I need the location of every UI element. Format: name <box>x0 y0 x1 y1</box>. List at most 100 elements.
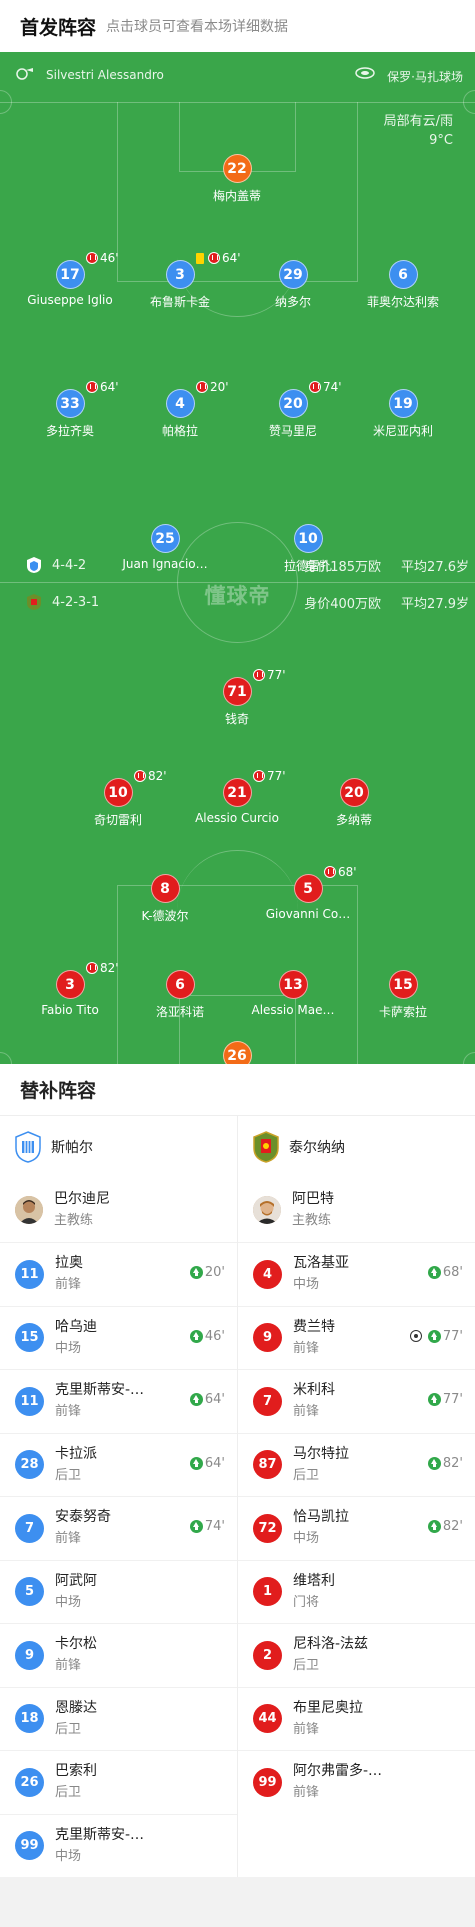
sub-player-name: 卡拉派 <box>55 1445 97 1462</box>
home-team-name: 斯帕尔 <box>51 1140 93 1156</box>
player-number: 6 <box>165 970 195 999</box>
sub-player-number: 87 <box>253 1450 282 1480</box>
sub-player-number: 44 <box>253 1704 282 1734</box>
temperature-text: 9°C <box>429 133 453 148</box>
sub-player-row[interactable]: 99 克里斯蒂安-… 中场 <box>0 1813 237 1878</box>
sub-player-row[interactable]: 7 安泰努奇 前锋 74' <box>0 1496 237 1560</box>
sub-player-row[interactable]: 9 卡尔松 前锋 <box>0 1623 237 1687</box>
sub-player-name: 拉奥 <box>55 1255 83 1272</box>
sub-player-row[interactable]: 7 米利科 前锋 77' <box>238 1369 475 1433</box>
sub-in-marker: 82' <box>427 1519 463 1534</box>
away-subs-list: 4 瓦洛基亚 中场 68' 9 费兰特 前锋 77' 7 米利科 前锋 77' 87 马尔特拉 后卫 82' 7… <box>238 1242 475 1814</box>
sub-in-minute: 77' <box>442 1392 463 1407</box>
away-coach-row[interactable]: 阿巴特 主教练 <box>238 1178 475 1242</box>
sub-player-row[interactable]: 5 阿武阿 中场 <box>0 1559 237 1624</box>
sub-player-row[interactable]: 4 瓦洛基亚 中场 68' <box>238 1242 475 1306</box>
sub-player-row[interactable]: 1 维塔利 门将 <box>238 1559 475 1624</box>
player-number: 19 <box>388 389 418 418</box>
sub-in-minute: 46' <box>204 1328 225 1344</box>
player-name: 拉德雷扎 <box>283 559 332 573</box>
player-number: 10 <box>103 778 133 807</box>
away-team-logo-icon <box>27 594 41 610</box>
away-player[interactable]: 71 77' 钱奇 <box>177 668 297 727</box>
away-player[interactable]: 6 洛亚科诺 <box>120 970 240 1020</box>
sub-player-position: 前锋 <box>293 1785 320 1801</box>
sub-player-row[interactable]: 9 费兰特 前锋 77' <box>238 1305 475 1370</box>
player-name: 钱奇 <box>224 712 249 726</box>
home-player[interactable]: 29 纳多尔 <box>233 260 353 310</box>
home-player[interactable]: 17 46' Giuseppe Iglio <box>10 251 130 307</box>
home-coach-row[interactable]: 巴尔迪尼 主教练 <box>0 1178 237 1242</box>
sub-player-number: 5 <box>15 1577 44 1607</box>
sub-player-row[interactable]: 11 拉奥 前锋 20' <box>0 1242 237 1306</box>
player-name: K-德波尔 <box>141 909 189 923</box>
away-team-row[interactable]: 泰尔纳纳 <box>238 1116 475 1178</box>
sub-minute: 68' <box>338 865 357 879</box>
away-player[interactable]: 15 卡萨索拉 <box>343 970 463 1020</box>
sub-in-marker: 20' <box>189 1265 225 1280</box>
home-player[interactable]: 22 梅内盖蒂 <box>177 154 297 204</box>
away-player[interactable]: 8 K-德波尔 <box>105 874 225 924</box>
home-player[interactable]: 3 64' 布鲁斯卡金 <box>120 251 241 310</box>
sub-player-row[interactable]: 44 布里尼奥拉 前锋 <box>238 1686 475 1751</box>
sub-player-row[interactable]: 26 巴索利 后卫 <box>0 1750 237 1814</box>
home-player[interactable]: 10 拉德雷扎 <box>248 524 368 574</box>
sub-off-marker: 20' <box>196 380 229 394</box>
sub-player-number: 7 <box>15 1513 44 1543</box>
home-player[interactable]: 20 74' 赞马里尼 <box>233 380 353 439</box>
sub-minute: 64' <box>100 380 119 394</box>
sub-player-row[interactable]: 87 马尔特拉 后卫 82' <box>238 1432 475 1497</box>
away-player[interactable]: 5 68' Giovanni Co… <box>248 865 368 921</box>
sub-player-name: 尼科洛-法兹 <box>293 1636 369 1653</box>
sub-in-marker: 82' <box>427 1456 463 1471</box>
player-number: 15 <box>388 970 418 999</box>
weather-text: 局部有云/雨 <box>383 114 453 129</box>
away-player[interactable]: 10 82' 奇切雷利 <box>58 769 178 828</box>
player-name: 洛亚科诺 <box>155 1005 204 1019</box>
page: 首发阵容 点击球员可查看本场详细数据 Silvestri Alessandro … <box>0 0 475 1927</box>
sub-player-row[interactable]: 2 尼科洛-法兹 后卫 <box>238 1623 475 1687</box>
sub-player-number: 2 <box>253 1640 282 1670</box>
lineup-header: 首发阵容 点击球员可查看本场详细数据 <box>0 0 475 52</box>
home-player[interactable]: 4 20' 帕格拉 <box>120 380 240 439</box>
sub-player-row[interactable]: 28 卡拉派 后卫 64' <box>0 1432 237 1497</box>
away-player[interactable]: 20 多纳蒂 <box>294 778 414 828</box>
sub-player-number: 26 <box>15 1767 44 1797</box>
away-player[interactable]: 21 77' Alessio Curcio <box>177 769 297 825</box>
sub-player-name: 克里斯蒂安-… <box>55 1826 145 1843</box>
sub-player-number: 9 <box>253 1323 282 1353</box>
sub-out-icon <box>324 866 336 878</box>
player-number: 33 <box>55 389 85 418</box>
away-player[interactable]: 13 Alessio Mae… <box>233 970 353 1017</box>
sub-in-arrow-icon <box>189 1393 203 1406</box>
sub-player-name: 阿武阿 <box>55 1572 97 1589</box>
sub-out-icon <box>253 669 265 681</box>
sub-player-row[interactable]: 72 恰马凯拉 中场 82' <box>238 1496 475 1560</box>
player-name: 帕格拉 <box>161 424 198 438</box>
bottom-space <box>0 1877 475 1927</box>
away-player[interactable]: 26万努基 <box>177 1041 297 1064</box>
home-player[interactable]: 25 Juan Ignacio… <box>105 524 225 571</box>
player-number: 29 <box>278 260 308 289</box>
sub-player-position: 后卫 <box>55 1467 82 1483</box>
sub-out-icon <box>134 770 146 782</box>
sub-player-name: 安泰努奇 <box>55 1509 111 1526</box>
home-player[interactable]: 19 米尼亚内利 <box>343 389 463 439</box>
sub-in-marker: 77' <box>409 1329 463 1344</box>
sub-player-row[interactable]: 11 克里斯蒂安-… 前锋 64' <box>0 1369 237 1433</box>
sub-player-row[interactable]: 15 哈乌迪 中场 46' <box>0 1305 237 1370</box>
sub-out-icon <box>196 381 208 393</box>
sub-player-row[interactable]: 18 恩滕达 后卫 <box>0 1686 237 1751</box>
home-team-row[interactable]: 斯帕尔 <box>0 1116 237 1178</box>
venue-name: 保罗·马扎球场 <box>387 70 463 84</box>
sub-in-minute: 74' <box>204 1519 225 1534</box>
sub-in-minute: 64' <box>204 1455 225 1471</box>
home-player[interactable]: 6 菲奥尔达利索 <box>343 260 463 310</box>
sub-player-row[interactable]: 99 阿尔弗雷多-… 前锋 <box>238 1750 475 1814</box>
away-player[interactable]: 3 82' Fabio Tito <box>10 961 130 1017</box>
home-player[interactable]: 33 64' 多拉齐奥 <box>10 380 130 439</box>
stadium-icon <box>355 67 375 79</box>
sub-player-position: 前锋 <box>55 1277 82 1293</box>
away-coach-name: 阿巴特 <box>292 1191 334 1207</box>
subs-panel: 斯帕尔 巴尔迪尼 主教练 11 拉奥 前锋 20' 15 哈乌迪 中场 46' 11 克里斯蒂安-… <box>0 1116 475 1877</box>
